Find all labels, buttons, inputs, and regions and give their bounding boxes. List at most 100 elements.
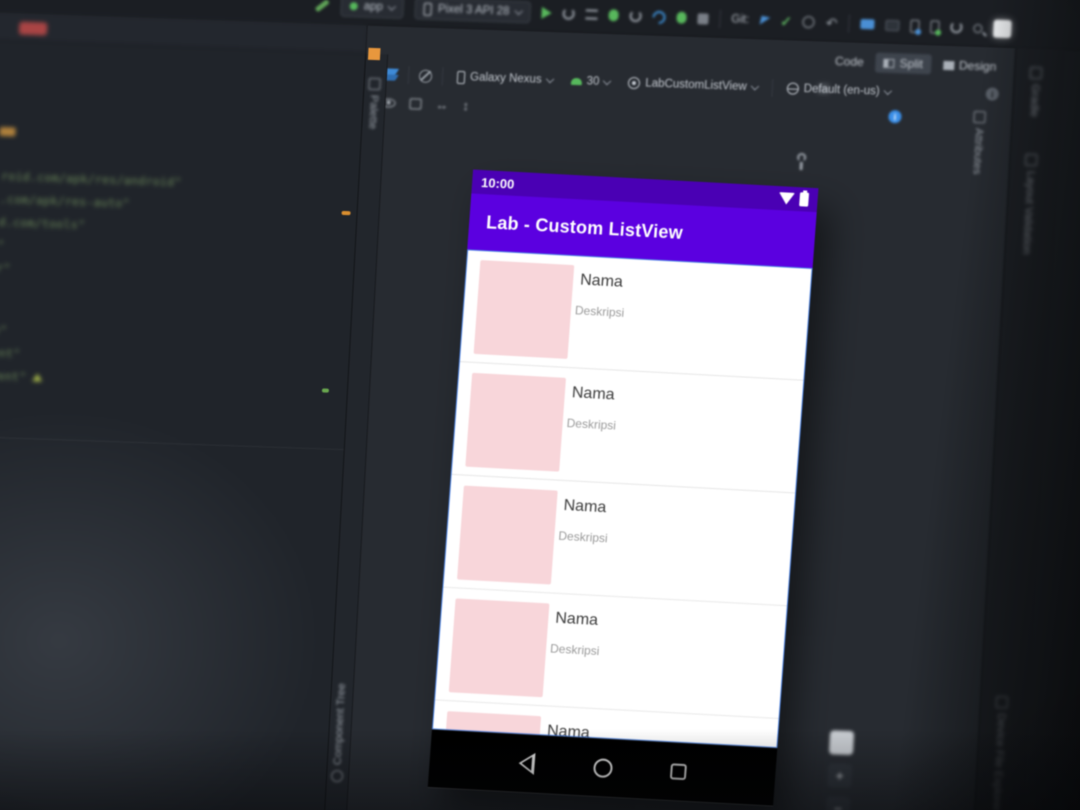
item-subtitle: Deskripsi: [574, 303, 625, 320]
item-title: Nama: [554, 609, 599, 630]
list-item[interactable]: Nama Deskripsi: [434, 587, 788, 720]
code-line: ": [0, 237, 6, 253]
phone-icon: [456, 70, 466, 84]
horizontal-resize-icon[interactable]: ↔: [435, 97, 449, 112]
design-mode-icon: [942, 60, 955, 70]
device-preview[interactable]: 10:00 Lab - Custom ListView Nama Deskrip…: [427, 169, 819, 806]
attributes-icon: [973, 110, 986, 124]
run-config-status-dot: [349, 2, 358, 11]
git-update-icon[interactable]: [759, 15, 771, 26]
chevron-down-icon: [514, 6, 523, 15]
git-commit-icon[interactable]: ✓: [780, 13, 793, 29]
zoom-out-button[interactable]: −: [825, 796, 851, 810]
list-item[interactable]: Nama Deskripsi: [442, 474, 797, 607]
split-mode-icon: [883, 58, 895, 68]
build-icon[interactable]: [314, 0, 330, 12]
palette-tab[interactable]: Palette: [366, 77, 381, 130]
api-level-label: 30: [586, 75, 600, 88]
app-title: Lab - Custom ListView: [485, 211, 684, 243]
list-item[interactable]: Nama Deskripsi: [458, 249, 813, 381]
apply-code-changes-icon[interactable]: [585, 9, 598, 20]
locale-select[interactable]: Default (en-us): [782, 82, 895, 98]
render-issues-icon[interactable]: i: [985, 87, 1000, 101]
render-config-wrench-icon[interactable]: [796, 152, 807, 170]
android-icon: [570, 77, 582, 85]
tab-code[interactable]: Code: [810, 50, 872, 93]
file-tab-badge[interactable]: [18, 21, 48, 36]
run-button[interactable]: [541, 6, 552, 20]
sdk-manager-icon[interactable]: [950, 21, 963, 34]
project-structure-icon[interactable]: [860, 18, 875, 30]
android-studio-window: app Pixel 3 API 28 Git: ✓ ↶ roid.com/apk…: [0, 0, 1080, 810]
preview-device-select[interactable]: Galaxy Nexus: [453, 70, 557, 87]
attach-debugger-icon[interactable]: [629, 9, 642, 23]
layout-validation-label: Layout Validation: [1020, 170, 1037, 255]
battery-icon: [799, 192, 810, 207]
git-rollback-icon[interactable]: ↶: [825, 15, 838, 31]
item-title: Nama: [571, 384, 616, 404]
list-item[interactable]: Nama Deskripsi: [450, 362, 805, 494]
api-level-select[interactable]: 30: [566, 75, 614, 89]
globe-icon: [786, 82, 800, 95]
code-line: d.com/tools": [0, 214, 86, 233]
tab-split[interactable]: Split: [875, 52, 932, 75]
profile-app-icon[interactable]: [676, 11, 687, 24]
preview-device-label: Galaxy Nexus: [469, 71, 542, 86]
device-file-explorer-tab[interactable]: Device File Explorer: [990, 696, 1009, 810]
item-image-placeholder: [457, 485, 558, 585]
attributes-tab[interactable]: Attributes: [970, 110, 986, 175]
theme-select[interactable]: LabCustomListView: [624, 76, 762, 94]
split-mode-label: Split: [899, 56, 924, 72]
search-everywhere-icon[interactable]: [973, 23, 983, 33]
scrollbar-warning-mark[interactable]: [341, 210, 351, 216]
editor-mode-switcher: Code Split Design: [810, 47, 1005, 93]
theme-label: LabCustomListView: [645, 77, 748, 94]
vertical-resize-icon[interactable]: ↕: [462, 98, 469, 113]
item-image-placeholder: [465, 372, 567, 472]
device-file-explorer-label: Device File Explorer: [990, 713, 1008, 810]
stop-button[interactable]: [697, 12, 709, 25]
layout-validation-icon: [1024, 153, 1038, 167]
component-tree-icon: [330, 769, 344, 783]
editor-glow: [0, 391, 347, 810]
locale-label: Default (en-us): [803, 83, 881, 98]
xml-code-area[interactable]: roid.com/apk/res/android" .com/apk/res-a…: [0, 40, 365, 453]
blueprint-toggle-icon[interactable]: [409, 97, 422, 110]
item-subtitle: Deskripsi: [549, 641, 600, 659]
design-panel: Code Split Design Galaxy Nexus 30 LabCus…: [323, 25, 1016, 810]
back-button[interactable]: [517, 752, 536, 775]
chevron-down-icon: [750, 81, 760, 91]
listview[interactable]: Nama Deskripsi Nama Deskripsi Nama Deskr…: [431, 249, 813, 749]
strip-marker: [367, 47, 381, 61]
running-devices-icon[interactable]: [930, 19, 940, 34]
terminal-icon[interactable]: [885, 19, 900, 31]
toolbar-divider: [771, 78, 774, 97]
apply-changes-icon[interactable]: [562, 7, 575, 20]
component-tree-tab[interactable]: Component Tree: [330, 683, 348, 783]
git-label: Git:: [731, 13, 750, 27]
device-manager-icon[interactable]: [910, 19, 920, 33]
git-history-icon[interactable]: [802, 15, 816, 29]
scrollbar-ok-mark[interactable]: [321, 388, 330, 393]
attributes-label: Attributes: [970, 127, 985, 175]
zoom-to-fit-button[interactable]: [828, 730, 855, 756]
orientation-icon[interactable]: [418, 69, 433, 83]
profiler-icon[interactable]: [649, 7, 669, 27]
code-line: roid.com/apk/res/android": [0, 169, 182, 190]
theme-icon: [628, 76, 641, 90]
layout-validation-tab[interactable]: Layout Validation: [1020, 153, 1038, 255]
tab-design[interactable]: Design: [934, 55, 1004, 77]
zoom-in-button[interactable]: +: [827, 763, 853, 789]
gradle-icon: [1029, 66, 1043, 80]
wifi-icon: [778, 192, 796, 205]
home-button[interactable]: [592, 757, 613, 778]
debug-button[interactable]: [608, 9, 619, 22]
palette-label: Palette: [366, 94, 380, 130]
run-configuration-select[interactable]: app: [340, 0, 405, 19]
gradle-tab[interactable]: Gradle: [1028, 66, 1043, 117]
device-select[interactable]: Pixel 3 API 28: [414, 0, 532, 24]
phone-clock: 10:00: [480, 174, 515, 192]
recents-button[interactable]: [670, 763, 688, 781]
toolbar-divider: [441, 67, 444, 86]
code-line: ent": [0, 345, 21, 361]
